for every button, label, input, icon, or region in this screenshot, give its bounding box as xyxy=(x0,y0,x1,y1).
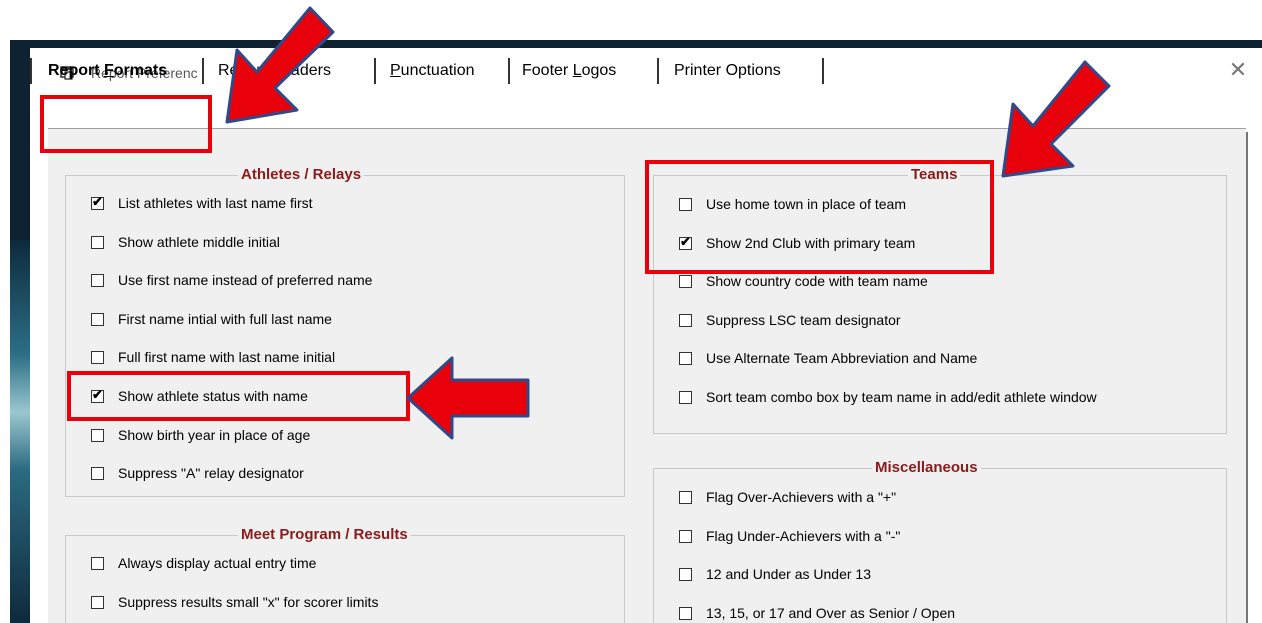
highlight-teams-box xyxy=(645,160,994,274)
checkbox[interactable] xyxy=(91,595,104,609)
checkbox-option-athletes[interactable]: First name intial with full last name xyxy=(91,309,332,329)
checkbox[interactable] xyxy=(91,556,104,570)
tab-text: Report xyxy=(48,62,104,79)
checkbox-label: Full first name with last name initial xyxy=(118,349,336,365)
checkbox-label: Suppress results small "x" for scorer li… xyxy=(118,594,379,610)
checkbox[interactable]: ✔ xyxy=(91,193,104,210)
checkbox-option-misc[interactable]: Flag Over-Achievers with a "+" xyxy=(679,487,896,507)
checkbox-label: List athletes with last name first xyxy=(118,195,313,211)
checkbox[interactable] xyxy=(679,274,692,288)
checkbox-label: Always display actual entry time xyxy=(118,555,317,571)
checkbox-option-misc[interactable]: Flag Under-Achievers with a "-" xyxy=(679,526,900,546)
checkbox[interactable] xyxy=(679,390,692,404)
checkbox[interactable] xyxy=(679,351,692,365)
checkbox-option-athletes[interactable]: Use first name instead of preferred name xyxy=(91,270,372,290)
tab-separator xyxy=(202,58,204,84)
checkbox-option-teams[interactable]: Use Alternate Team Abbreviation and Name xyxy=(679,348,977,368)
checkbox[interactable] xyxy=(91,428,104,442)
checkmark-icon: ✔ xyxy=(92,193,103,209)
checkbox-label: Suppress "A" relay designator xyxy=(118,465,304,481)
checkbox[interactable] xyxy=(91,235,104,249)
checkbox-label: Show athlete middle initial xyxy=(118,234,280,250)
checkbox-option-meet[interactable]: Suppress results small "x" for scorer li… xyxy=(91,592,378,612)
checkbox-option-meet[interactable]: Always display actual entry time xyxy=(91,553,316,573)
checkbox-option-misc[interactable]: 13, 15, or 17 and Over as Senior / Open xyxy=(679,603,955,623)
tab-punctuation[interactable]: Punctuation xyxy=(390,55,475,87)
checkbox-label: 13, 15, or 17 and Over as Senior / Open xyxy=(706,605,956,621)
group-title-athletes: Athletes / Relays xyxy=(238,166,365,183)
tab-text: Printer Options xyxy=(674,62,781,79)
arrow-icon xyxy=(406,356,530,440)
checkbox-label: Flag Over-Achievers with a "+" xyxy=(706,489,897,505)
checkbox-option-athletes[interactable]: Show athlete middle initial xyxy=(91,232,280,252)
checkbox-label: Suppress LSC team designator xyxy=(706,312,901,328)
highlight-athlete-status xyxy=(67,371,410,421)
checkbox-option-athletes[interactable]: Full first name with last name initial xyxy=(91,347,335,367)
checkbox-option-athletes[interactable]: ✔ List athletes with last name first xyxy=(91,193,313,213)
checkbox[interactable] xyxy=(91,466,104,480)
arrow-icon xyxy=(1001,60,1111,178)
checkbox-option-athletes[interactable]: Suppress "A" relay designator xyxy=(91,463,304,483)
checkbox[interactable] xyxy=(679,567,692,581)
checkbox-label: Use first name instead of preferred name xyxy=(118,272,373,288)
tab-separator xyxy=(374,58,376,84)
checkbox-label: 12 and Under as Under 13 xyxy=(706,566,871,582)
checkbox-option-athletes[interactable]: Show birth year in place of age xyxy=(91,425,310,445)
checkbox-label: Flag Under-Achievers with a "-" xyxy=(706,528,901,544)
panel-border xyxy=(1246,132,1248,623)
tab-printer-options[interactable]: Printer Options xyxy=(674,55,781,87)
tab-report-formats[interactable]: Report Formats xyxy=(48,55,167,87)
tab-separator xyxy=(657,58,659,84)
tab-text: Footer xyxy=(522,62,573,79)
checkbox[interactable] xyxy=(91,350,104,364)
checkbox[interactable] xyxy=(91,273,104,287)
tab-footer-logos[interactable]: Footer Logos xyxy=(522,55,616,87)
checkbox[interactable] xyxy=(91,312,104,326)
tab-accelerator: F xyxy=(104,62,114,79)
checkbox[interactable] xyxy=(679,529,692,543)
tab-left-edge xyxy=(30,58,32,84)
arrow-icon xyxy=(225,6,335,124)
tab-right-edge xyxy=(822,58,824,84)
checkbox-label: Sort team combo box by team name in add/… xyxy=(706,389,1097,405)
checkbox-option-teams[interactable]: Show country code with team name xyxy=(679,271,928,291)
tab-accelerator: L xyxy=(572,62,582,79)
highlight-report-formats-tab xyxy=(40,95,212,153)
athletes-relays-group: Athletes / Relays xyxy=(65,166,625,497)
tab-text: ogos xyxy=(581,62,617,79)
checkbox-label: Show country code with team name xyxy=(706,273,928,289)
tab-accelerator: P xyxy=(390,62,401,79)
checkbox[interactable] xyxy=(679,606,692,620)
checkbox-option-teams[interactable]: Suppress LSC team designator xyxy=(679,310,901,330)
tab-text: unctuation xyxy=(400,62,475,79)
group-title-meet: Meet Program / Results xyxy=(238,526,411,543)
tab-text: ormats xyxy=(113,62,168,79)
checkbox-option-misc[interactable]: 12 and Under as Under 13 xyxy=(679,564,871,584)
checkbox[interactable] xyxy=(679,313,692,327)
tab-separator xyxy=(508,58,510,84)
group-title-misc: Miscellaneous xyxy=(872,459,981,476)
checkbox-label: Use Alternate Team Abbreviation and Name xyxy=(706,350,978,366)
checkbox-label: First name intial with full last name xyxy=(118,311,332,327)
checkbox[interactable] xyxy=(679,490,692,504)
checkbox-label: Show birth year in place of age xyxy=(118,427,311,443)
checkbox-option-teams[interactable]: Sort team combo box by team name in add/… xyxy=(679,387,1097,407)
